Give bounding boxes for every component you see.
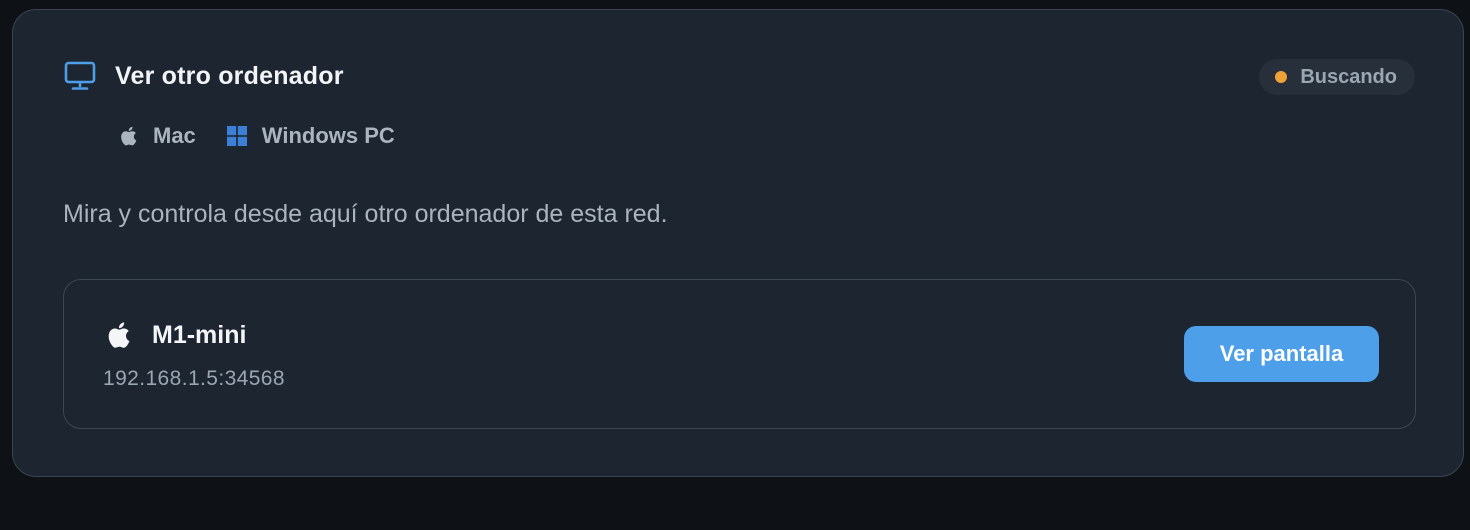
panel-title: Ver otro ordenador — [115, 61, 344, 90]
windows-icon — [226, 125, 248, 147]
platform-mac: Mac — [117, 123, 196, 149]
device-address: 192.168.1.5:34568 — [103, 367, 285, 390]
platform-label-windows: Windows PC — [261, 123, 395, 148]
platform-windows: Windows PC — [226, 123, 395, 149]
apple-icon — [104, 320, 132, 350]
apple-icon — [117, 125, 139, 147]
status-label: Buscando — [1300, 65, 1397, 88]
view-screen-button[interactable]: Ver pantalla — [1184, 326, 1379, 382]
supported-platforms: Mac Windows PC — [117, 123, 425, 149]
status-badge: Buscando — [1259, 59, 1415, 95]
device-card: M1-mini 192.168.1.5:34568 Ver pantalla — [63, 279, 1416, 429]
monitor-icon — [63, 60, 97, 92]
remote-computer-panel: Ver otro ordenador Buscando Mac Windows … — [12, 9, 1464, 477]
panel-header: Ver otro ordenador — [63, 60, 344, 92]
device-name-row: M1-mini — [104, 320, 246, 350]
platform-label-mac: Mac — [153, 123, 196, 148]
status-dot — [1275, 71, 1288, 83]
panel-description: Mira y controla desde aquí otro ordenado… — [63, 200, 668, 228]
device-name: M1-mini — [152, 320, 247, 349]
